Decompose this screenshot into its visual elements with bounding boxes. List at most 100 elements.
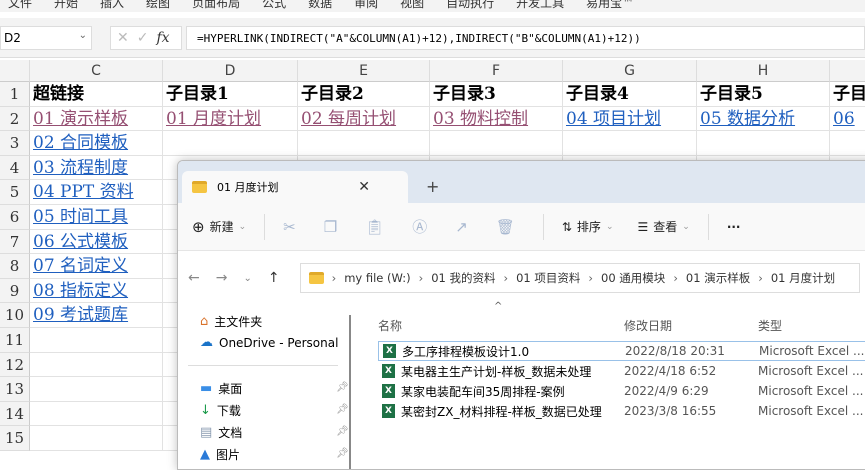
file-row[interactable]: X 多工序排程模板设计1.0 2022/8/18 20:31 Microsoft Ex… bbox=[378, 341, 865, 361]
hyperlink-cell[interactable]: 01 演示样板 bbox=[30, 106, 163, 132]
header-cell[interactable]: 子目录5 bbox=[697, 82, 830, 107]
fx-icon[interactable]: fx bbox=[156, 30, 169, 46]
rename-icon[interactable]: Ⓐ bbox=[412, 216, 427, 237]
pin-icon[interactable]: 📌︎ bbox=[336, 404, 349, 415]
cell[interactable] bbox=[430, 131, 563, 156]
hyperlink-cell[interactable]: 05 数据分析 bbox=[697, 106, 830, 132]
breadcrumb-item[interactable]: 01 月度计划 bbox=[771, 270, 835, 286]
menu-item[interactable]: 公式 bbox=[262, 0, 286, 12]
row-header[interactable]: 8 bbox=[0, 254, 30, 279]
address-bar[interactable]: › my file (W:) › 01 我的资料 › 01 项目资料 › 00 通用模块 › 01… bbox=[299, 263, 860, 293]
new-button[interactable]: ⊕ 新建 ⌄ bbox=[192, 218, 246, 236]
delete-icon[interactable]: 🗑︎ bbox=[496, 218, 515, 236]
row-header[interactable]: 6 bbox=[0, 205, 30, 230]
share-icon[interactable]: ↗ bbox=[455, 218, 468, 236]
hyperlink-cell[interactable]: 03 物料控制 bbox=[430, 106, 563, 132]
pin-icon[interactable]: 📌︎ bbox=[336, 382, 349, 393]
breadcrumb-item[interactable]: 00 通用模块 bbox=[601, 270, 665, 286]
hyperlink-cell[interactable]: 09 考试题库 bbox=[30, 303, 163, 328]
cell[interactable] bbox=[30, 377, 163, 402]
hyperlink-cell[interactable]: 03 流程制度 bbox=[30, 155, 163, 181]
hyperlink-cell[interactable]: 06 bbox=[830, 107, 865, 132]
column-header-type[interactable]: 类型 bbox=[758, 317, 782, 334]
row-header[interactable]: 13 bbox=[0, 377, 30, 402]
menu-item[interactable]: 文件 bbox=[8, 0, 32, 12]
confirm-icon[interactable]: ✓ bbox=[137, 30, 149, 46]
paste-icon[interactable]: 📋︎ bbox=[365, 218, 384, 236]
hyperlink-cell[interactable]: 02 每周计划 bbox=[298, 106, 430, 132]
cut-icon[interactable]: ✂ bbox=[283, 218, 296, 236]
cell[interactable] bbox=[30, 352, 163, 378]
nav-scrollbar[interactable] bbox=[349, 315, 351, 469]
menu-item[interactable]: 易用宝™ bbox=[586, 0, 634, 12]
column-header[interactable]: E bbox=[298, 60, 430, 82]
row-header[interactable]: 12 bbox=[0, 352, 30, 378]
hyperlink-cell[interactable]: 07 名词定义 bbox=[30, 254, 163, 279]
column-header[interactable] bbox=[830, 60, 865, 82]
column-header-date[interactable]: 修改日期 bbox=[624, 317, 672, 334]
header-cell[interactable]: 子目录3 bbox=[430, 82, 563, 107]
close-icon[interactable]: ✕ bbox=[358, 179, 370, 195]
more-button[interactable]: ··· bbox=[727, 220, 741, 234]
sidebar-item[interactable]: ▤ 文档 bbox=[200, 424, 242, 441]
menu-item[interactable]: 自动执行 bbox=[446, 0, 494, 12]
header-cell[interactable]: 子目 bbox=[830, 82, 865, 107]
forward-icon[interactable]: → bbox=[216, 270, 228, 286]
sidebar-item[interactable]: ⌂ 主文件夹 bbox=[200, 313, 262, 330]
file-row[interactable]: X 某家电装配车间35周排程-案例 2022/4/9 6:29 Microsoft E… bbox=[378, 381, 865, 401]
header-cell[interactable]: 子目录4 bbox=[563, 82, 697, 107]
column-header[interactable]: H bbox=[697, 60, 830, 82]
header-cell[interactable]: 超链接 bbox=[30, 82, 163, 107]
column-header[interactable]: G bbox=[563, 60, 697, 82]
column-header-name[interactable]: 名称 bbox=[378, 317, 402, 334]
column-header[interactable]: C bbox=[30, 60, 163, 82]
header-cell[interactable]: 子目录1 bbox=[163, 82, 298, 107]
cell[interactable] bbox=[697, 131, 830, 156]
sidebar-item[interactable]: ☁ OneDrive - Personal bbox=[200, 335, 338, 350]
row-header[interactable]: 3 bbox=[0, 131, 30, 156]
cell[interactable] bbox=[30, 426, 163, 451]
menu-item[interactable]: 审阅 bbox=[354, 0, 378, 12]
menu-item[interactable]: 绘图 bbox=[146, 0, 170, 12]
sidebar-item[interactable]: ↓ 下载 bbox=[200, 402, 241, 419]
row-header[interactable]: 11 bbox=[0, 328, 30, 353]
cell[interactable] bbox=[30, 328, 163, 353]
up-icon[interactable]: ↑ bbox=[268, 270, 280, 286]
menu-item[interactable]: 视图 bbox=[400, 0, 424, 12]
cell[interactable] bbox=[298, 131, 430, 156]
tab-01-monthly-plan[interactable]: 01 月度计划 ✕ bbox=[182, 171, 408, 203]
hyperlink-cell[interactable]: 04 PPT 资料 bbox=[30, 180, 163, 205]
sidebar-item[interactable]: ▲ 图片 bbox=[200, 446, 240, 463]
new-tab-icon[interactable]: + bbox=[426, 177, 439, 196]
cell[interactable] bbox=[830, 131, 865, 156]
row-header[interactable]: 15 bbox=[0, 426, 30, 451]
menu-item[interactable]: 开发工具 bbox=[516, 0, 564, 12]
row-header[interactable]: 1 bbox=[0, 82, 30, 107]
file-row[interactable]: X 某电器主生产计划-样板_数据未处理 2022/4/18 6:52 Microsof… bbox=[378, 361, 865, 381]
recent-chevron-icon[interactable]: ⌄ bbox=[243, 273, 251, 284]
row-header[interactable]: 5 bbox=[0, 180, 30, 205]
breadcrumb-item[interactable]: 01 项目资料 bbox=[516, 270, 580, 286]
breadcrumb-item[interactable]: 01 演示样板 bbox=[686, 270, 750, 286]
view-button[interactable]: ☰ 查看 ⌄ bbox=[637, 218, 689, 235]
row-header[interactable]: 4 bbox=[0, 155, 30, 181]
row-header[interactable]: 14 bbox=[0, 401, 30, 427]
file-row[interactable]: X 某密封ZX_材料排程-样板_数据已处理 2023/3/8 16:55 Micros… bbox=[378, 401, 865, 421]
row-header[interactable]: 7 bbox=[0, 229, 30, 255]
sort-button[interactable]: ⇅ 排序 ⌄ bbox=[562, 218, 614, 235]
breadcrumb-item[interactable]: my file (W:) bbox=[344, 271, 410, 285]
copy-icon[interactable]: ❐ bbox=[324, 218, 337, 236]
sidebar-item[interactable]: ▬ 桌面 bbox=[200, 380, 242, 397]
back-icon[interactable]: ← bbox=[188, 270, 200, 286]
menu-item[interactable]: 开始 bbox=[54, 0, 78, 12]
name-box[interactable]: D2 ⌄ bbox=[0, 26, 92, 50]
cell[interactable] bbox=[563, 131, 697, 156]
select-all-corner[interactable] bbox=[0, 60, 30, 82]
menu-item[interactable]: 插入 bbox=[100, 0, 124, 12]
pin-icon[interactable]: 📌︎ bbox=[336, 426, 349, 437]
header-cell[interactable]: 子目录2 bbox=[298, 82, 430, 107]
pin-icon[interactable]: 📌︎ bbox=[336, 448, 349, 459]
hyperlink-cell[interactable]: 01 月度计划 bbox=[163, 106, 298, 132]
cancel-icon[interactable]: ✕ bbox=[117, 30, 129, 46]
cell[interactable] bbox=[30, 401, 163, 427]
